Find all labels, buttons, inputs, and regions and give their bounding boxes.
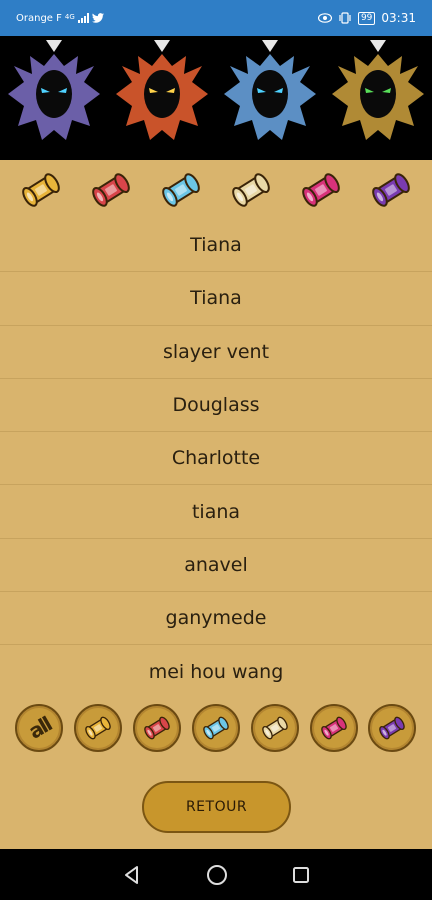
category-all-button[interactable]: all bbox=[15, 704, 64, 752]
filter-gold-scroll-button[interactable] bbox=[16, 165, 66, 219]
blue-dragon-icon bbox=[224, 40, 316, 140]
category-purple-scroll-button[interactable] bbox=[368, 704, 417, 752]
signal-icon bbox=[77, 13, 89, 23]
recents-nav-icon[interactable] bbox=[292, 866, 310, 884]
category-blue-scroll-button[interactable] bbox=[191, 704, 240, 752]
element-filter-row bbox=[0, 164, 432, 220]
filter-purple-scroll-button[interactable] bbox=[366, 165, 416, 219]
network-label: 4G bbox=[64, 12, 75, 21]
list-item[interactable]: anavel bbox=[0, 539, 432, 593]
home-nav-icon[interactable] bbox=[206, 864, 228, 886]
blue-scroll-icon bbox=[162, 173, 200, 207]
pink-scroll-icon bbox=[302, 173, 340, 207]
twitter-icon bbox=[91, 13, 104, 23]
vibrate-icon bbox=[339, 12, 351, 24]
carrier-label: Orange F bbox=[16, 12, 62, 24]
red-scroll-icon bbox=[92, 173, 130, 207]
purple-scroll-icon bbox=[379, 716, 406, 740]
list-item[interactable]: slayer vent bbox=[0, 326, 432, 379]
category-gold-scroll-button[interactable] bbox=[74, 704, 123, 752]
category-pink-scroll-button[interactable] bbox=[309, 704, 358, 752]
list-item[interactable]: ganymede bbox=[0, 592, 432, 646]
back-nav-icon[interactable] bbox=[122, 865, 142, 885]
category-red-scroll-button[interactable] bbox=[133, 704, 182, 752]
status-bar: Orange F 4G 99 03:31 bbox=[0, 0, 432, 36]
eye-icon bbox=[317, 13, 332, 23]
list-item[interactable]: Tiana bbox=[0, 219, 432, 273]
filter-red-scroll-button[interactable] bbox=[86, 165, 136, 219]
gold-scroll-icon bbox=[85, 716, 112, 740]
status-left: Orange F 4G bbox=[16, 13, 104, 24]
purple-dragon-icon bbox=[8, 40, 100, 140]
category-cream-scroll-button[interactable] bbox=[250, 704, 299, 752]
name-list: Tiana Tiana slayer vent Douglass Charlotte ti… bbox=[0, 219, 432, 699]
pink-scroll-icon bbox=[320, 716, 347, 740]
purple-scroll-icon bbox=[372, 173, 410, 207]
battery-icon: 99 bbox=[357, 11, 376, 25]
green-dragon-icon bbox=[332, 40, 424, 140]
category-row: all bbox=[0, 703, 432, 753]
red-scroll-icon bbox=[144, 716, 170, 740]
blue-scroll-icon bbox=[203, 716, 229, 740]
clock: 03:31 bbox=[381, 11, 416, 25]
list-item[interactable]: Charlotte bbox=[0, 432, 432, 486]
dragon-banner bbox=[0, 36, 432, 160]
all-label: all bbox=[24, 712, 55, 744]
red-dragon-icon bbox=[116, 40, 208, 140]
list-item[interactable]: Douglass bbox=[0, 379, 432, 433]
filter-blue-scroll-button[interactable] bbox=[156, 165, 206, 219]
list-item[interactable]: mei hou wang bbox=[0, 645, 432, 698]
navigation-bar bbox=[0, 849, 432, 900]
cream-scroll-icon bbox=[262, 716, 288, 740]
filter-cream-scroll-button[interactable] bbox=[226, 165, 276, 219]
list-item[interactable]: tiana bbox=[0, 485, 432, 539]
status-right: 99 03:31 bbox=[317, 11, 416, 25]
gold-scroll-icon bbox=[22, 173, 60, 207]
banner-graphic bbox=[8, 40, 424, 140]
filter-pink-scroll-button[interactable] bbox=[296, 165, 346, 219]
list-item[interactable]: Tiana bbox=[0, 272, 432, 326]
cream-scroll-icon bbox=[232, 173, 270, 207]
back-button[interactable]: RETOUR bbox=[142, 781, 291, 833]
